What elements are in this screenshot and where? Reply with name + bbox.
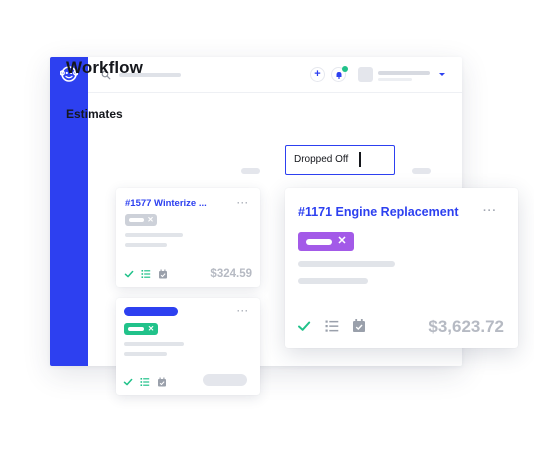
estimate-card-engine-replacement[interactable]: #1171 Engine Replacement ··· ✕ $3,623.72 bbox=[285, 188, 518, 348]
list-icon[interactable] bbox=[325, 319, 339, 333]
tag-label bbox=[306, 238, 332, 245]
placeholder-line bbox=[124, 342, 184, 346]
amount-placeholder bbox=[203, 374, 247, 386]
card-amount: $3,623.72 bbox=[428, 317, 504, 336]
status-tag[interactable]: ✕ bbox=[124, 323, 158, 335]
notifications-button[interactable] bbox=[331, 66, 348, 82]
close-icon[interactable]: ✕ bbox=[146, 324, 156, 334]
placeholder-line bbox=[125, 233, 183, 237]
calendar-icon[interactable] bbox=[352, 318, 366, 333]
chevron-down-icon[interactable] bbox=[439, 73, 445, 76]
sidebar bbox=[50, 57, 88, 366]
add-button[interactable]: + bbox=[310, 67, 325, 82]
bell-icon bbox=[336, 72, 342, 79]
more-dots-icon[interactable]: ··· bbox=[483, 205, 497, 217]
status-tag[interactable]: ✕ bbox=[125, 214, 157, 226]
check-icon[interactable] bbox=[124, 269, 134, 279]
status-tag[interactable]: ✕ bbox=[298, 232, 354, 251]
list-icon[interactable] bbox=[140, 377, 150, 387]
card-title[interactable]: #1171 Engine Replacement bbox=[298, 205, 459, 219]
notification-badge bbox=[342, 66, 348, 72]
status-input-value: Dropped Off bbox=[294, 154, 349, 165]
card-title-placeholder[interactable] bbox=[124, 307, 178, 316]
more-dots-icon[interactable]: ··· bbox=[237, 198, 249, 208]
user-name[interactable] bbox=[378, 71, 430, 75]
estimate-card[interactable]: #1577 Winterize ... ··· ✕ $324.59 bbox=[116, 188, 260, 287]
placeholder-line bbox=[125, 243, 167, 247]
card-title[interactable]: #1577 Winterize ... bbox=[125, 198, 207, 209]
top-bar: + bbox=[88, 57, 462, 93]
page-title: Workflow bbox=[66, 58, 143, 77]
close-icon[interactable]: ✕ bbox=[335, 234, 349, 249]
text-cursor bbox=[359, 152, 361, 167]
card-amount: $324.59 bbox=[210, 268, 252, 280]
calendar-icon[interactable] bbox=[157, 377, 167, 387]
check-icon[interactable] bbox=[123, 377, 133, 387]
avatar[interactable] bbox=[358, 67, 373, 82]
column-title-placeholder bbox=[412, 168, 431, 174]
tag-label bbox=[128, 327, 144, 331]
check-icon[interactable] bbox=[297, 319, 311, 333]
calendar-icon[interactable] bbox=[158, 269, 168, 279]
more-dots-icon[interactable]: ··· bbox=[237, 306, 249, 316]
user-subtitle bbox=[378, 78, 412, 81]
column-title-placeholder bbox=[241, 168, 260, 174]
status-input[interactable]: Dropped Off bbox=[285, 145, 395, 175]
estimate-card[interactable]: ··· ✕ bbox=[116, 298, 260, 395]
tag-label bbox=[129, 218, 144, 222]
column-title-estimates: Estimates bbox=[66, 107, 123, 121]
placeholder-line bbox=[298, 261, 395, 267]
placeholder-line bbox=[298, 278, 368, 284]
list-icon[interactable] bbox=[141, 269, 151, 279]
close-icon[interactable]: ✕ bbox=[146, 215, 155, 225]
placeholder-line bbox=[124, 352, 167, 356]
